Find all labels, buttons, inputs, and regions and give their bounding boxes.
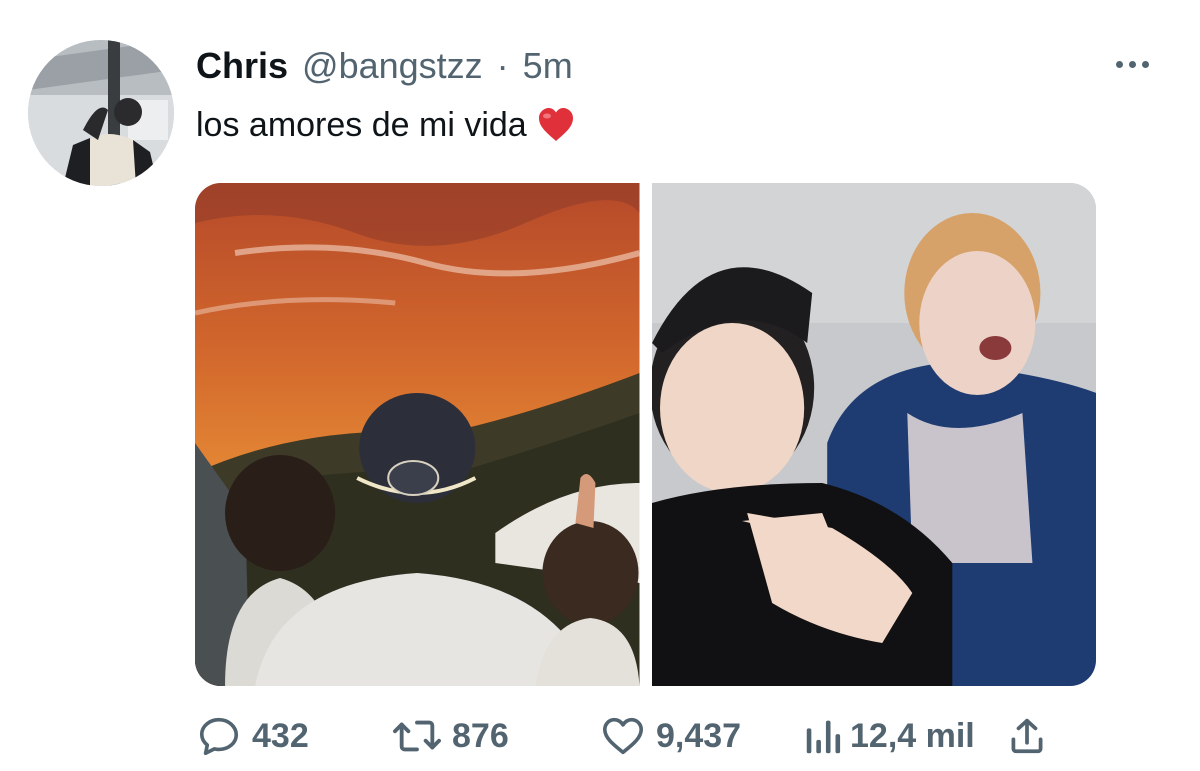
photo-sunset[interactable]	[195, 183, 640, 686]
display-name[interactable]: Chris	[196, 44, 288, 88]
heart-icon	[602, 717, 644, 755]
dot	[1115, 60, 1123, 68]
tweet-actions: 432 876 9,437 12,4 mil	[196, 708, 1056, 764]
share-button[interactable]	[1010, 708, 1044, 764]
sunset-photo-image	[195, 183, 640, 686]
views-count: 12,4 mil	[850, 716, 975, 755]
friends-photo-image	[651, 183, 1096, 686]
separator-dot: ·	[496, 45, 509, 86]
media-grid	[195, 183, 1096, 686]
tweet-header: Chris @bangstzz · 5m	[196, 44, 573, 88]
dot	[1128, 60, 1136, 68]
tweet-text: los amores de mi vida	[196, 106, 527, 144]
reply-button[interactable]: 432	[196, 708, 309, 764]
like-button[interactable]: 9,437	[600, 708, 741, 764]
avatar[interactable]	[28, 40, 174, 186]
tweet: Chris @bangstzz · 5m los amores de mi vi…	[0, 0, 1200, 771]
retweet-button[interactable]: 876	[392, 708, 509, 764]
like-count: 9,437	[656, 716, 742, 755]
photo-friends[interactable]	[651, 183, 1096, 686]
share-icon	[1011, 718, 1043, 754]
avatar-image	[28, 40, 174, 186]
timestamp[interactable]: 5m	[523, 44, 573, 88]
retweet-icon	[393, 720, 441, 752]
reply-icon	[199, 717, 239, 756]
user-handle[interactable]: @bangstzz	[302, 44, 483, 88]
red-heart-emoji-icon	[538, 108, 573, 141]
views-icon	[806, 720, 841, 754]
dot	[1141, 60, 1149, 68]
views-button[interactable]: 12,4 mil	[804, 708, 975, 764]
reply-count: 432	[252, 716, 309, 755]
retweet-count: 876	[452, 716, 509, 755]
tweet-text-row: los amores de mi vida	[196, 104, 575, 146]
more-dots-icon[interactable]	[1104, 46, 1160, 82]
